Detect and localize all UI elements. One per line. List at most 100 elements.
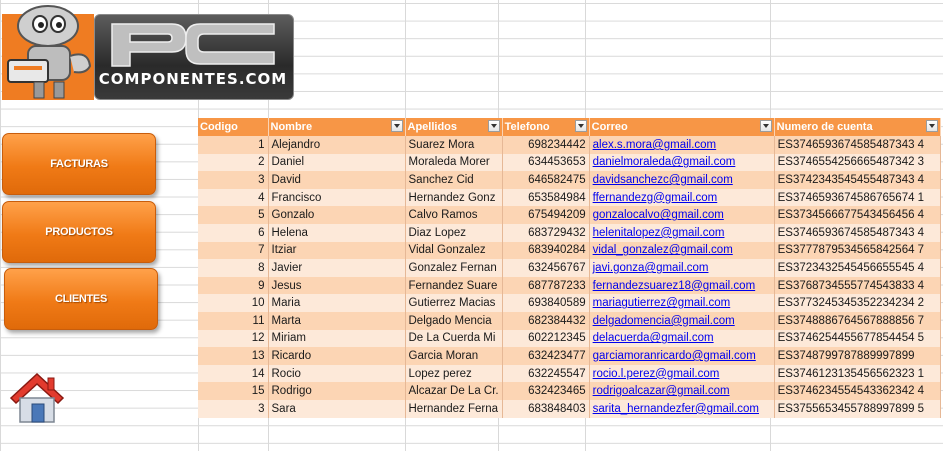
telefono-cell: 683848403 [502, 399, 590, 418]
telefono-cell: 683940284 [502, 241, 590, 260]
pc-letters [111, 23, 275, 67]
codigo-cell: 12 [198, 329, 269, 348]
correo-link[interactable]: gonzalocalvo@gmail.com [589, 206, 775, 224]
codigo-cell: 9 [198, 276, 269, 295]
codigo-cell: 14 [198, 364, 269, 383]
apellidos-cell: Lopez perez [405, 364, 503, 383]
apellidos-cell: Garcia Moran [405, 347, 503, 365]
nombre-cell: Alejandro [268, 136, 406, 154]
correo-link[interactable]: delacuerda@gmail.com [589, 329, 775, 348]
header-apellidos: Apellidos [405, 118, 503, 136]
codigo-cell: 10 [198, 294, 269, 312]
facturas-button[interactable]: FACTURAS [2, 133, 156, 195]
telefono-cell: 632423465 [502, 382, 590, 400]
codigo-cell: 4 [198, 188, 269, 207]
cuenta-cell: ES3755653455788997899 5 [774, 399, 941, 418]
table-row: 7 Itziar Vidal Gonzalez 683940284 vidal_gonz… [198, 241, 941, 260]
apellidos-cell: Hernandez Ferna [405, 399, 503, 418]
correo-link[interactable]: rodrigoalcazar@gmail.com [589, 382, 775, 400]
correo-link[interactable]: danielmoraleda@gmail.com [589, 153, 775, 172]
telefono-cell: 683729432 [502, 223, 590, 242]
filter-dropdown-icon[interactable] [925, 120, 938, 132]
table-row: 9 Jesus Fernandez Suare 687787233 fernandezs… [198, 276, 941, 295]
nombre-cell: Rocio [268, 364, 406, 383]
apellidos-cell: Delgado Mencia [405, 311, 503, 330]
nombre-cell: David [268, 171, 406, 189]
telefono-cell: 698234442 [502, 136, 590, 154]
apellidos-cell: De La Cuerda Mi [405, 329, 503, 348]
telefono-cell: 646582475 [502, 171, 590, 189]
correo-link[interactable]: garciamoranricardo@gmail.com [589, 347, 775, 365]
apellidos-cell: Diaz Lopez [405, 223, 503, 242]
nombre-cell: Ricardo [268, 347, 406, 365]
cuenta-cell: ES3768734555774543833 4 [774, 276, 941, 295]
apellidos-cell: Alcazar De La Cr. [405, 382, 503, 400]
apellidos-cell: Vidal Gonzalez [405, 241, 503, 260]
header-telefono: Telefono [502, 118, 590, 136]
correo-link[interactable]: davidsanchezc@gmail.com [589, 171, 775, 189]
header-correo: Correo [589, 118, 775, 136]
correo-link[interactable]: delgadomencia@gmail.com [589, 311, 775, 330]
header-nombre: Nombre [268, 118, 406, 136]
cuenta-cell: ES3746123135456562323 1 [774, 364, 941, 383]
codigo-cell: 2 [198, 153, 269, 172]
codigo-cell: 11 [198, 311, 269, 330]
correo-link[interactable]: sarita_hernandezfer@gmail.com [589, 399, 775, 418]
header-label: Telefono [504, 121, 550, 133]
cuenta-cell: ES3746234554543362342 4 [774, 382, 941, 400]
correo-link[interactable]: javi.gonza@gmail.com [589, 259, 775, 277]
codigo-cell: 1 [198, 136, 269, 154]
nombre-cell: Daniel [268, 153, 406, 172]
codigo-cell: 8 [198, 259, 269, 277]
codigo-cell: 15 [198, 382, 269, 400]
nombre-cell: Miriam [268, 329, 406, 348]
home-button[interactable] [8, 370, 66, 426]
cuenta-cell: ES3748886764567888856 7 [774, 311, 941, 330]
header-codigo: Codigo [198, 118, 269, 136]
cuenta-cell: ES3746554256665487342 3 [774, 153, 941, 172]
cuenta-cell: ES3723432545456655545 4 [774, 259, 941, 277]
header-label: Codigo [200, 121, 238, 133]
telefono-cell: 687787233 [502, 276, 590, 295]
apellidos-cell: Gutierrez Macias [405, 294, 503, 312]
table-row: 1 Alejandro Suarez Mora 698234442 alex.s.mor… [198, 136, 941, 154]
robot-mascot-icon [7, 5, 92, 99]
cuenta-cell: ES3773245345352234234 2 [774, 294, 941, 312]
apellidos-cell: Gonzalez Fernan [405, 259, 503, 277]
apellidos-cell: Hernandez Gonz [405, 188, 503, 207]
logo-text: COMPONENTES.COM [98, 70, 288, 88]
pccomponentes-logo: COMPONENTES.COM [0, 0, 300, 104]
telefono-cell: 634453653 [502, 153, 590, 172]
correo-link[interactable]: fernandezsuarez18@gmail.com [589, 276, 775, 295]
filter-dropdown-icon[interactable] [390, 120, 403, 132]
table-row: 14 Rocio Lopez perez 632245547 rocio.l.perez… [198, 364, 941, 383]
nombre-cell: Javier [268, 259, 406, 277]
correo-link[interactable]: ffernandezg@gmail.com [589, 188, 775, 207]
table-row: 5 Gonzalo Calvo Ramos 675494209 gonzalocalvo… [198, 206, 941, 224]
cuenta-cell: ES3742343545455487343 4 [774, 171, 941, 189]
telefono-cell: 602212345 [502, 329, 590, 348]
correo-link[interactable]: helenitalopez@gmail.com [589, 223, 775, 242]
correo-link[interactable]: alex.s.mora@gmail.com [589, 136, 775, 154]
table-row: 8 Javier Gonzalez Fernan 632456767 javi.gonz… [198, 259, 941, 277]
nombre-cell: Rodrigo [268, 382, 406, 400]
codigo-cell: 13 [198, 347, 269, 365]
correo-link[interactable]: rocio.l.perez@gmail.com [589, 364, 775, 383]
nombre-cell: Sara [268, 399, 406, 418]
productos-button[interactable]: PRODUCTOS [2, 201, 156, 263]
cuenta-cell: ES3746593674586765674 1 [774, 188, 941, 207]
table-row: 13 Ricardo Garcia Moran 632423477 garciamora… [198, 347, 941, 365]
filter-dropdown-icon[interactable] [487, 120, 500, 132]
correo-link[interactable]: vidal_gonzalez@gmail.com [589, 241, 775, 260]
correo-link[interactable]: mariagutierrez@gmail.com [589, 294, 775, 312]
header-label: Correo [591, 121, 628, 133]
nombre-cell: Helena [268, 223, 406, 242]
filter-dropdown-icon[interactable] [759, 120, 772, 132]
apellidos-cell: Moraleda Morer [405, 153, 503, 172]
telefono-cell: 632456767 [502, 259, 590, 277]
clientes-button[interactable]: CLIENTES [4, 268, 158, 330]
nombre-cell: Maria [268, 294, 406, 312]
codigo-cell: 5 [198, 206, 269, 224]
table-row: 4 Francisco Hernandez Gonz 653584984 ffernan… [198, 188, 941, 207]
filter-dropdown-icon[interactable] [574, 120, 587, 132]
